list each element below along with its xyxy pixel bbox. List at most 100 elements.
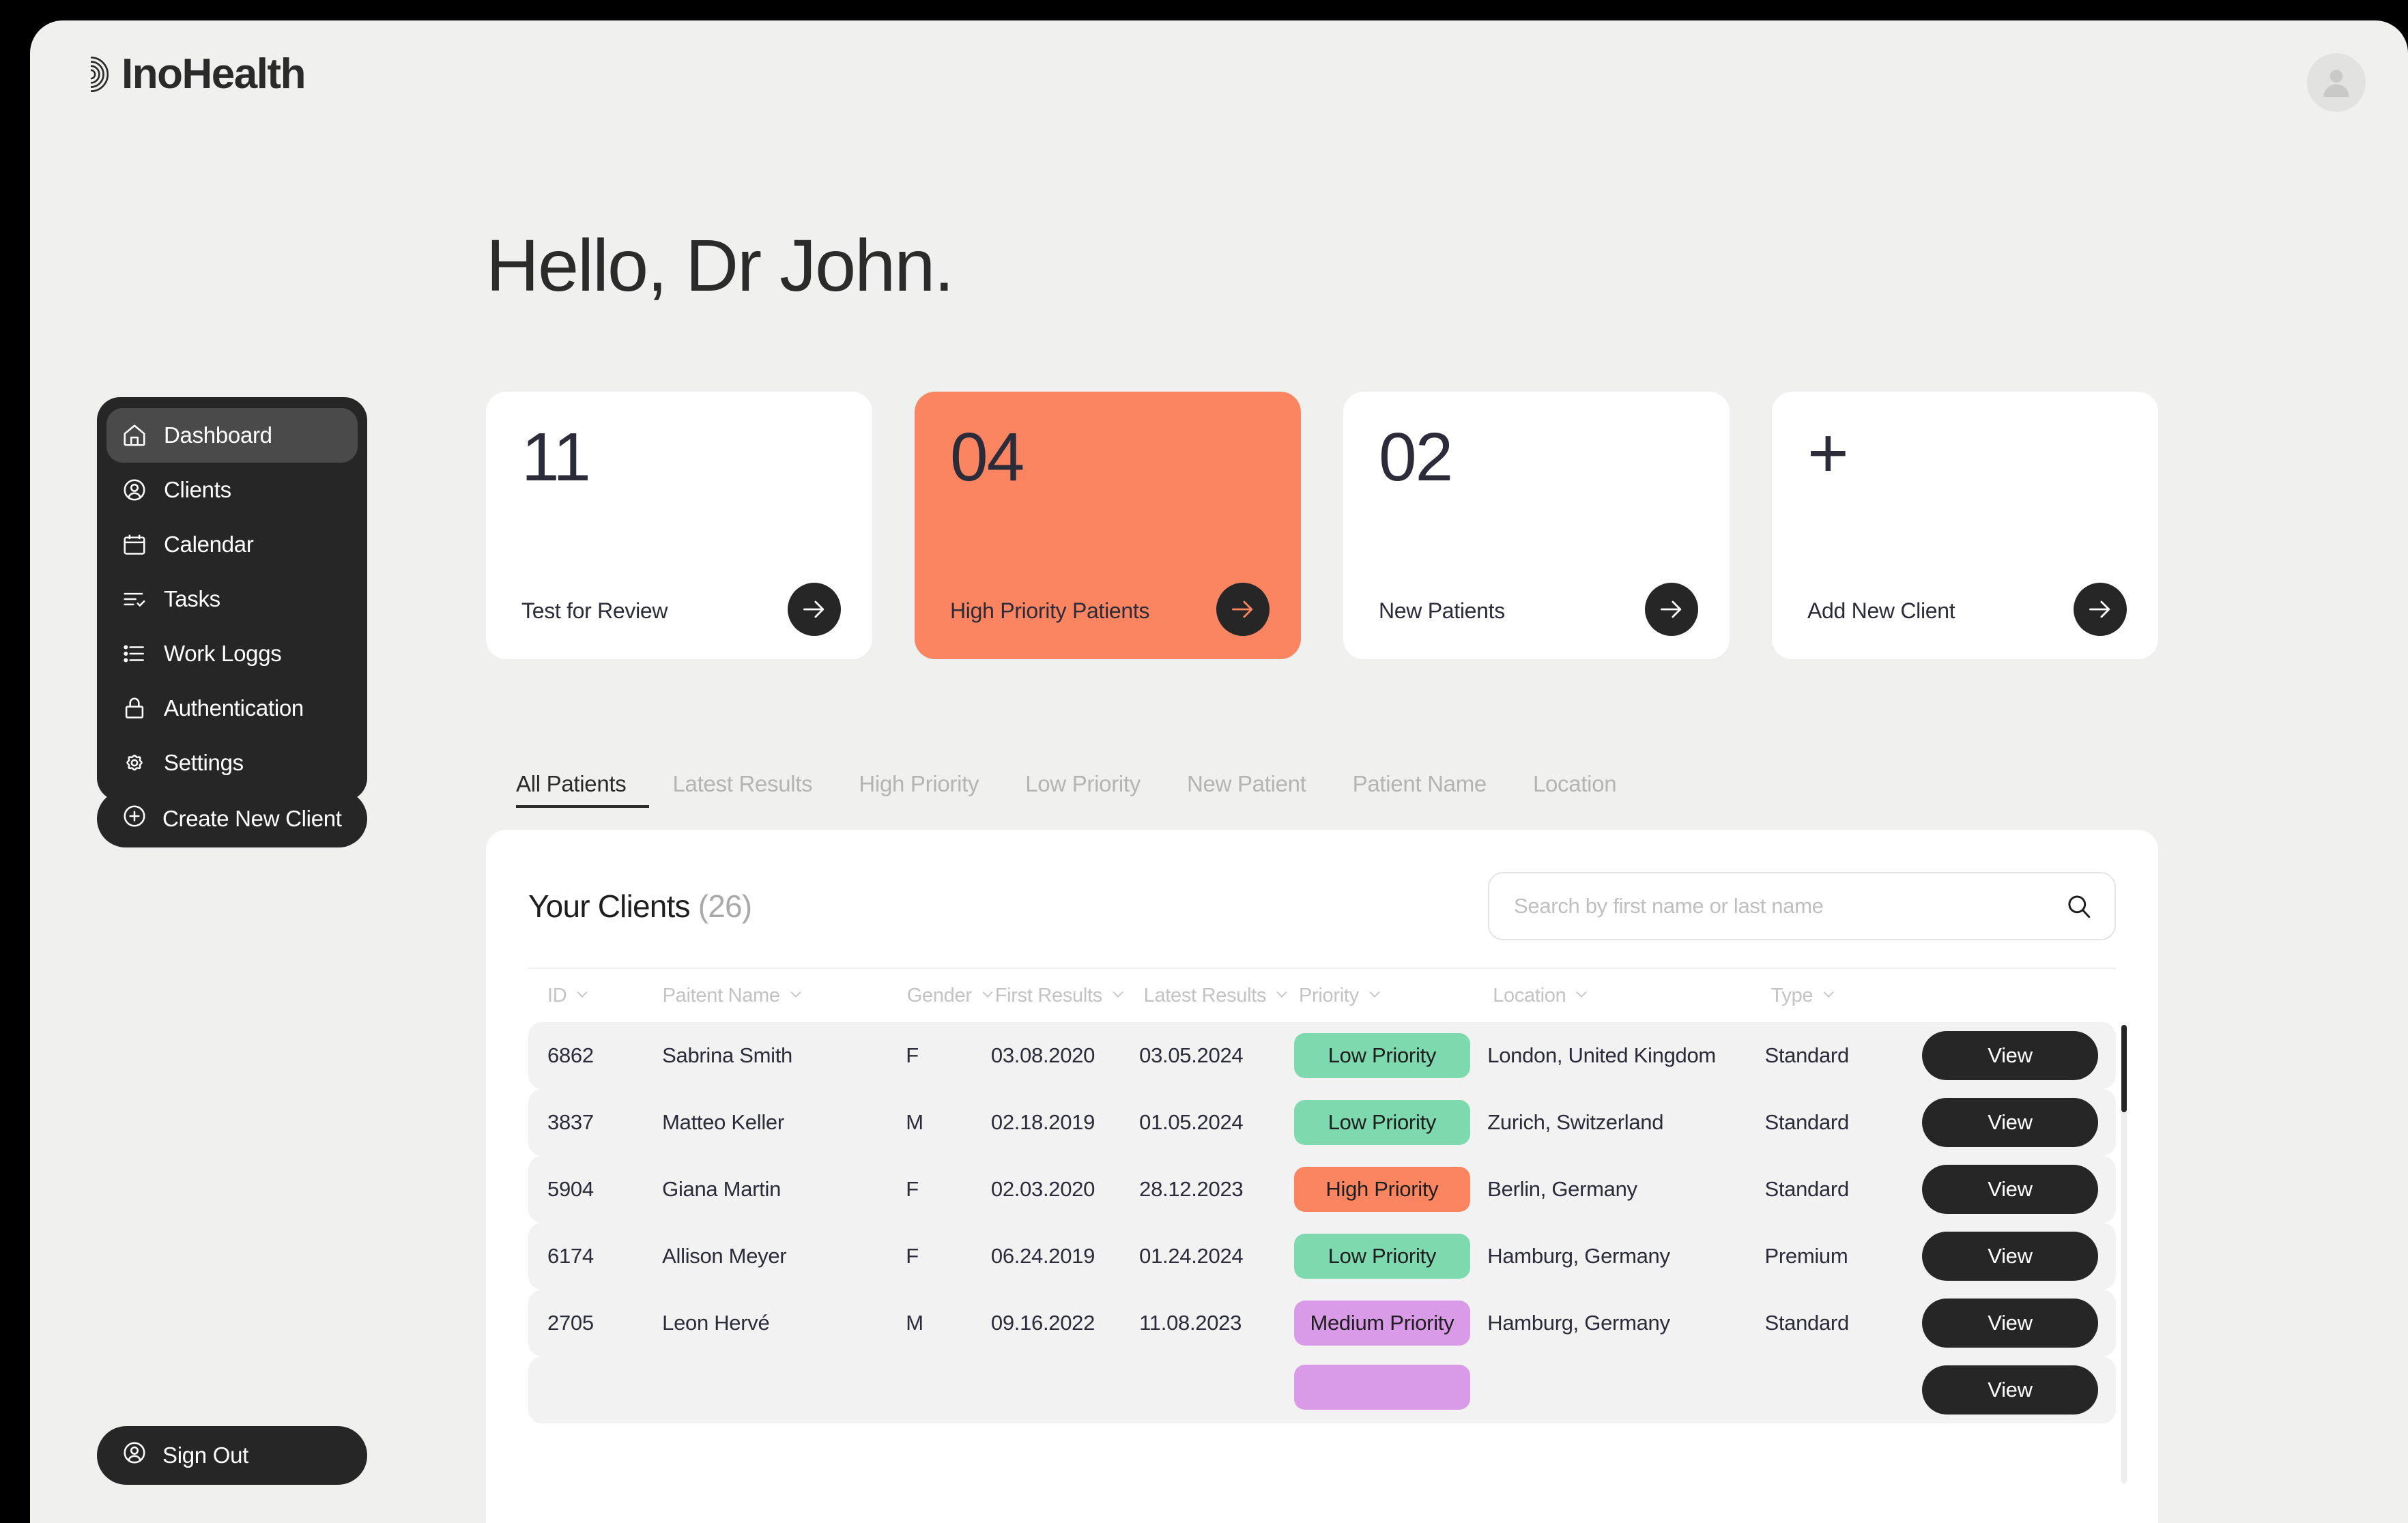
column-header-first-results[interactable]: First Results [995,985,1144,1007]
user-circle-icon [121,1440,147,1471]
sidebar-item-clients[interactable]: Clients [106,463,358,517]
column-label: Gender [906,984,972,1006]
cell-priority: Medium Priority [1293,1301,1487,1346]
cell-latest-results: 01.24.2024 [1139,1244,1244,1268]
table-row[interactable]: 6862 Sabrina Smith F 03.08.2020 03.05.20… [528,1022,2116,1089]
status-badge: Medium Priority [1293,1301,1470,1346]
view-button[interactable]: View [1921,1031,2098,1080]
arrow-right-icon[interactable] [2074,583,2127,636]
cell-action: View [1921,1365,2098,1415]
cell-patient-name: Allison Meyer [662,1244,787,1268]
sidebar-item-tasks[interactable]: Tasks [106,572,358,626]
column-label: Latest Results [1143,984,1267,1006]
cell-location: Berlin, Germany [1487,1177,1637,1201]
stat-card-test-for-review[interactable]: 11 Test for Review [486,392,872,659]
arrow-right-icon[interactable] [788,583,841,636]
column-header-type[interactable]: Type [1771,985,1929,1007]
table-row[interactable]: 3837 Matteo Keller M 02.18.2019 01.05.20… [528,1089,2116,1156]
column-header-gender[interactable]: Gender [907,985,995,1007]
tab-latest-results[interactable]: Latest Results [649,771,835,808]
cell-location: Hamburg, Germany [1487,1244,1670,1268]
stat-cards: 11 Test for Review 04 High Priority Pati… [486,392,2158,659]
column-header-id[interactable]: ID [547,985,663,1007]
lock-icon [121,695,147,721]
cell-type: Standard [1764,1110,1849,1134]
table-row[interactable]: 5904 Giana Martin F 02.03.2020 28.12.202… [528,1156,2116,1223]
search-icon[interactable] [2064,892,2093,920]
sidebar-item-dashboard[interactable]: Dashboard [106,408,358,463]
sidebar-item-calendar[interactable]: Calendar [106,517,358,572]
cell-gender: F [906,1177,919,1201]
stat-label: Add New Client [1807,598,1955,623]
stat-card-add-new-client[interactable]: + Add New Client [1772,392,2158,659]
table-row[interactable]: 6174 Allison Meyer F 06.24.2019 01.24.20… [528,1223,2116,1290]
tab-location[interactable]: Location [1510,771,1639,808]
table-row[interactable]: View [528,1357,2116,1423]
clients-title-text: Your Clients [528,888,691,924]
chevron-down-icon [1367,985,1382,1007]
column-header-location[interactable]: Location [1493,985,1771,1007]
stat-card-high-priority-patients[interactable]: 04 High Priority Patients [915,392,1301,659]
user-avatar-icon[interactable] [2307,53,2366,112]
tab-patient-name[interactable]: Patient Name [1330,771,1510,808]
stat-card-new-patients[interactable]: 02 New Patients [1343,392,1730,659]
cell-action: View [1921,1299,2098,1348]
column-header-priority[interactable]: Priority [1299,985,1493,1007]
cell-location: Hamburg, Germany [1487,1311,1670,1335]
cell-type: Standard [1764,1311,1849,1335]
sidebar-item-label: Tasks [164,586,220,611]
cell-priority [1293,1365,1487,1415]
chevron-down-icon [788,985,803,1007]
view-button[interactable]: View [1921,1299,2098,1348]
cell-location: London, United Kingdom [1487,1043,1716,1067]
view-button[interactable]: View [1921,1165,2098,1214]
column-header-latest-results[interactable]: Latest Results [1144,985,1299,1007]
cell-action: View [1921,1165,2098,1214]
sign-out-button[interactable]: Sign Out [97,1426,367,1485]
list-check-icon [121,586,147,612]
tab-new-patient[interactable]: New Patient [1164,771,1330,808]
view-button[interactable]: View [1921,1232,2098,1281]
view-button[interactable]: View [1921,1098,2098,1147]
tab-high-priority[interactable]: High Priority [835,771,1002,808]
chevron-down-icon [575,985,590,1007]
status-badge: High Priority [1293,1167,1470,1212]
chevron-down-icon [1574,985,1589,1007]
table-scrollbar[interactable] [2121,1025,2127,1483]
cell-action: View [1921,1098,2098,1147]
sidebar-item-label: Calendar [164,532,254,557]
cell-gender: F [906,1244,919,1268]
column-header-patient-name[interactable]: Paitent Name [663,985,907,1007]
sidebar-item-work-loggs[interactable]: Work Loggs [106,626,358,681]
cell-id: 3837 [547,1110,594,1134]
view-button[interactable]: View [1921,1365,2098,1415]
stat-value: 02 [1379,419,1453,495]
cell-latest-results: 28.12.2023 [1139,1177,1244,1201]
search-input[interactable] [1488,872,2116,940]
client-search [1488,872,2116,940]
tab-all-patients[interactable]: All Patients [516,771,650,808]
clients-panel-header: Your Clients (26) [486,830,2158,940]
clients-table: ID Paitent Name Gender First Results Lat… [528,968,2127,1486]
brand-logo[interactable]: InoHealth [70,53,306,96]
cell-action: View [1921,1031,2098,1080]
status-badge: Low Priority [1293,1234,1470,1279]
create-new-client-button[interactable]: Create New Client [97,790,367,847]
status-badge: Low Priority [1293,1033,1470,1078]
cell-type: Standard [1764,1043,1849,1067]
sidebar-item-label: Settings [164,750,244,775]
arrow-right-icon[interactable] [1645,583,1698,636]
table-scrollbar-thumb[interactable] [2121,1025,2127,1112]
table-row[interactable]: 2705 Leon Hervé M 09.16.2022 11.08.2023 … [528,1290,2116,1357]
clients-count: (26) [698,888,752,924]
sidebar-item-authentication[interactable]: Authentication [106,681,358,736]
column-label: Type [1771,984,1814,1006]
plus-circle-icon [121,803,147,835]
arrow-right-icon[interactable] [1216,583,1270,636]
sidebar-item-settings[interactable]: Settings [106,736,358,790]
table-header-row: ID Paitent Name Gender First Results Lat… [528,969,2116,1022]
create-new-client-label: Create New Client [162,806,342,831]
column-label: Paitent Name [662,984,780,1006]
tab-low-priority[interactable]: Low Priority [1002,771,1164,808]
sign-out-label: Sign Out [162,1442,249,1468]
